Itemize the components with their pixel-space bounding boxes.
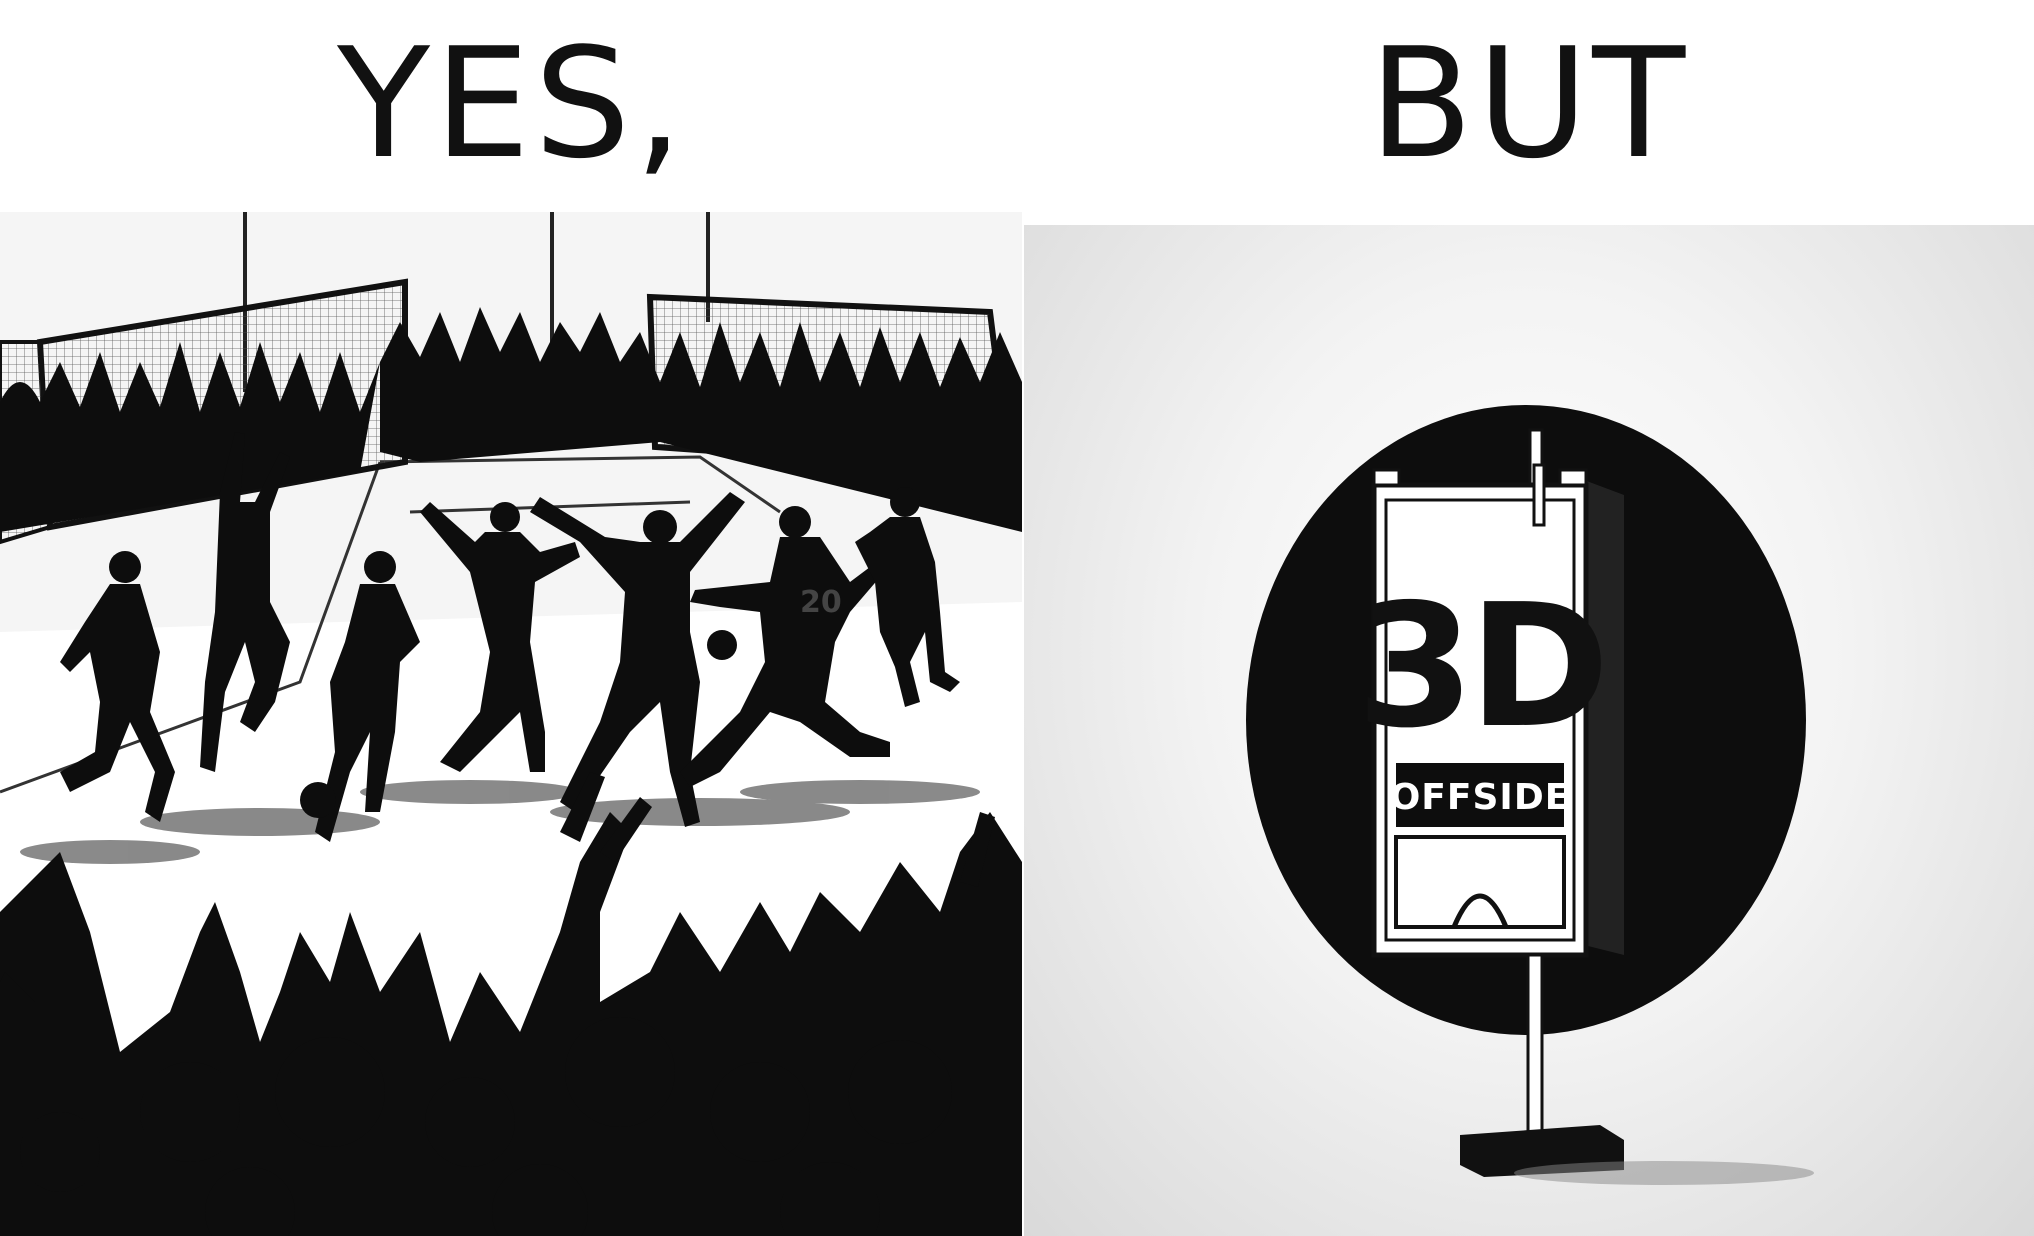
sign-pole [1526,953,1544,1137]
sign-3d-text: 3D [1356,568,1603,766]
offside-sign-icon: 3D OFFSIDE [1246,405,1814,1185]
celebration-panel: 20 [0,212,1022,1236]
celebrating-crowd-silhouette-icon: 20 [0,212,1022,1236]
jersey-number: 20 [800,585,842,620]
caption-but: BUT [1368,15,1690,192]
sign-field-area [1394,835,1566,929]
meme-canvas: YES, BUT 20 3D OFFSIDE [0,0,2034,1236]
offside-sign-panel: 3D OFFSIDE [1024,225,2034,1236]
offside-label: OFFSIDE [1390,777,1571,818]
sign-shadow [1514,1161,1814,1185]
caption-yes: YES, [337,15,687,192]
